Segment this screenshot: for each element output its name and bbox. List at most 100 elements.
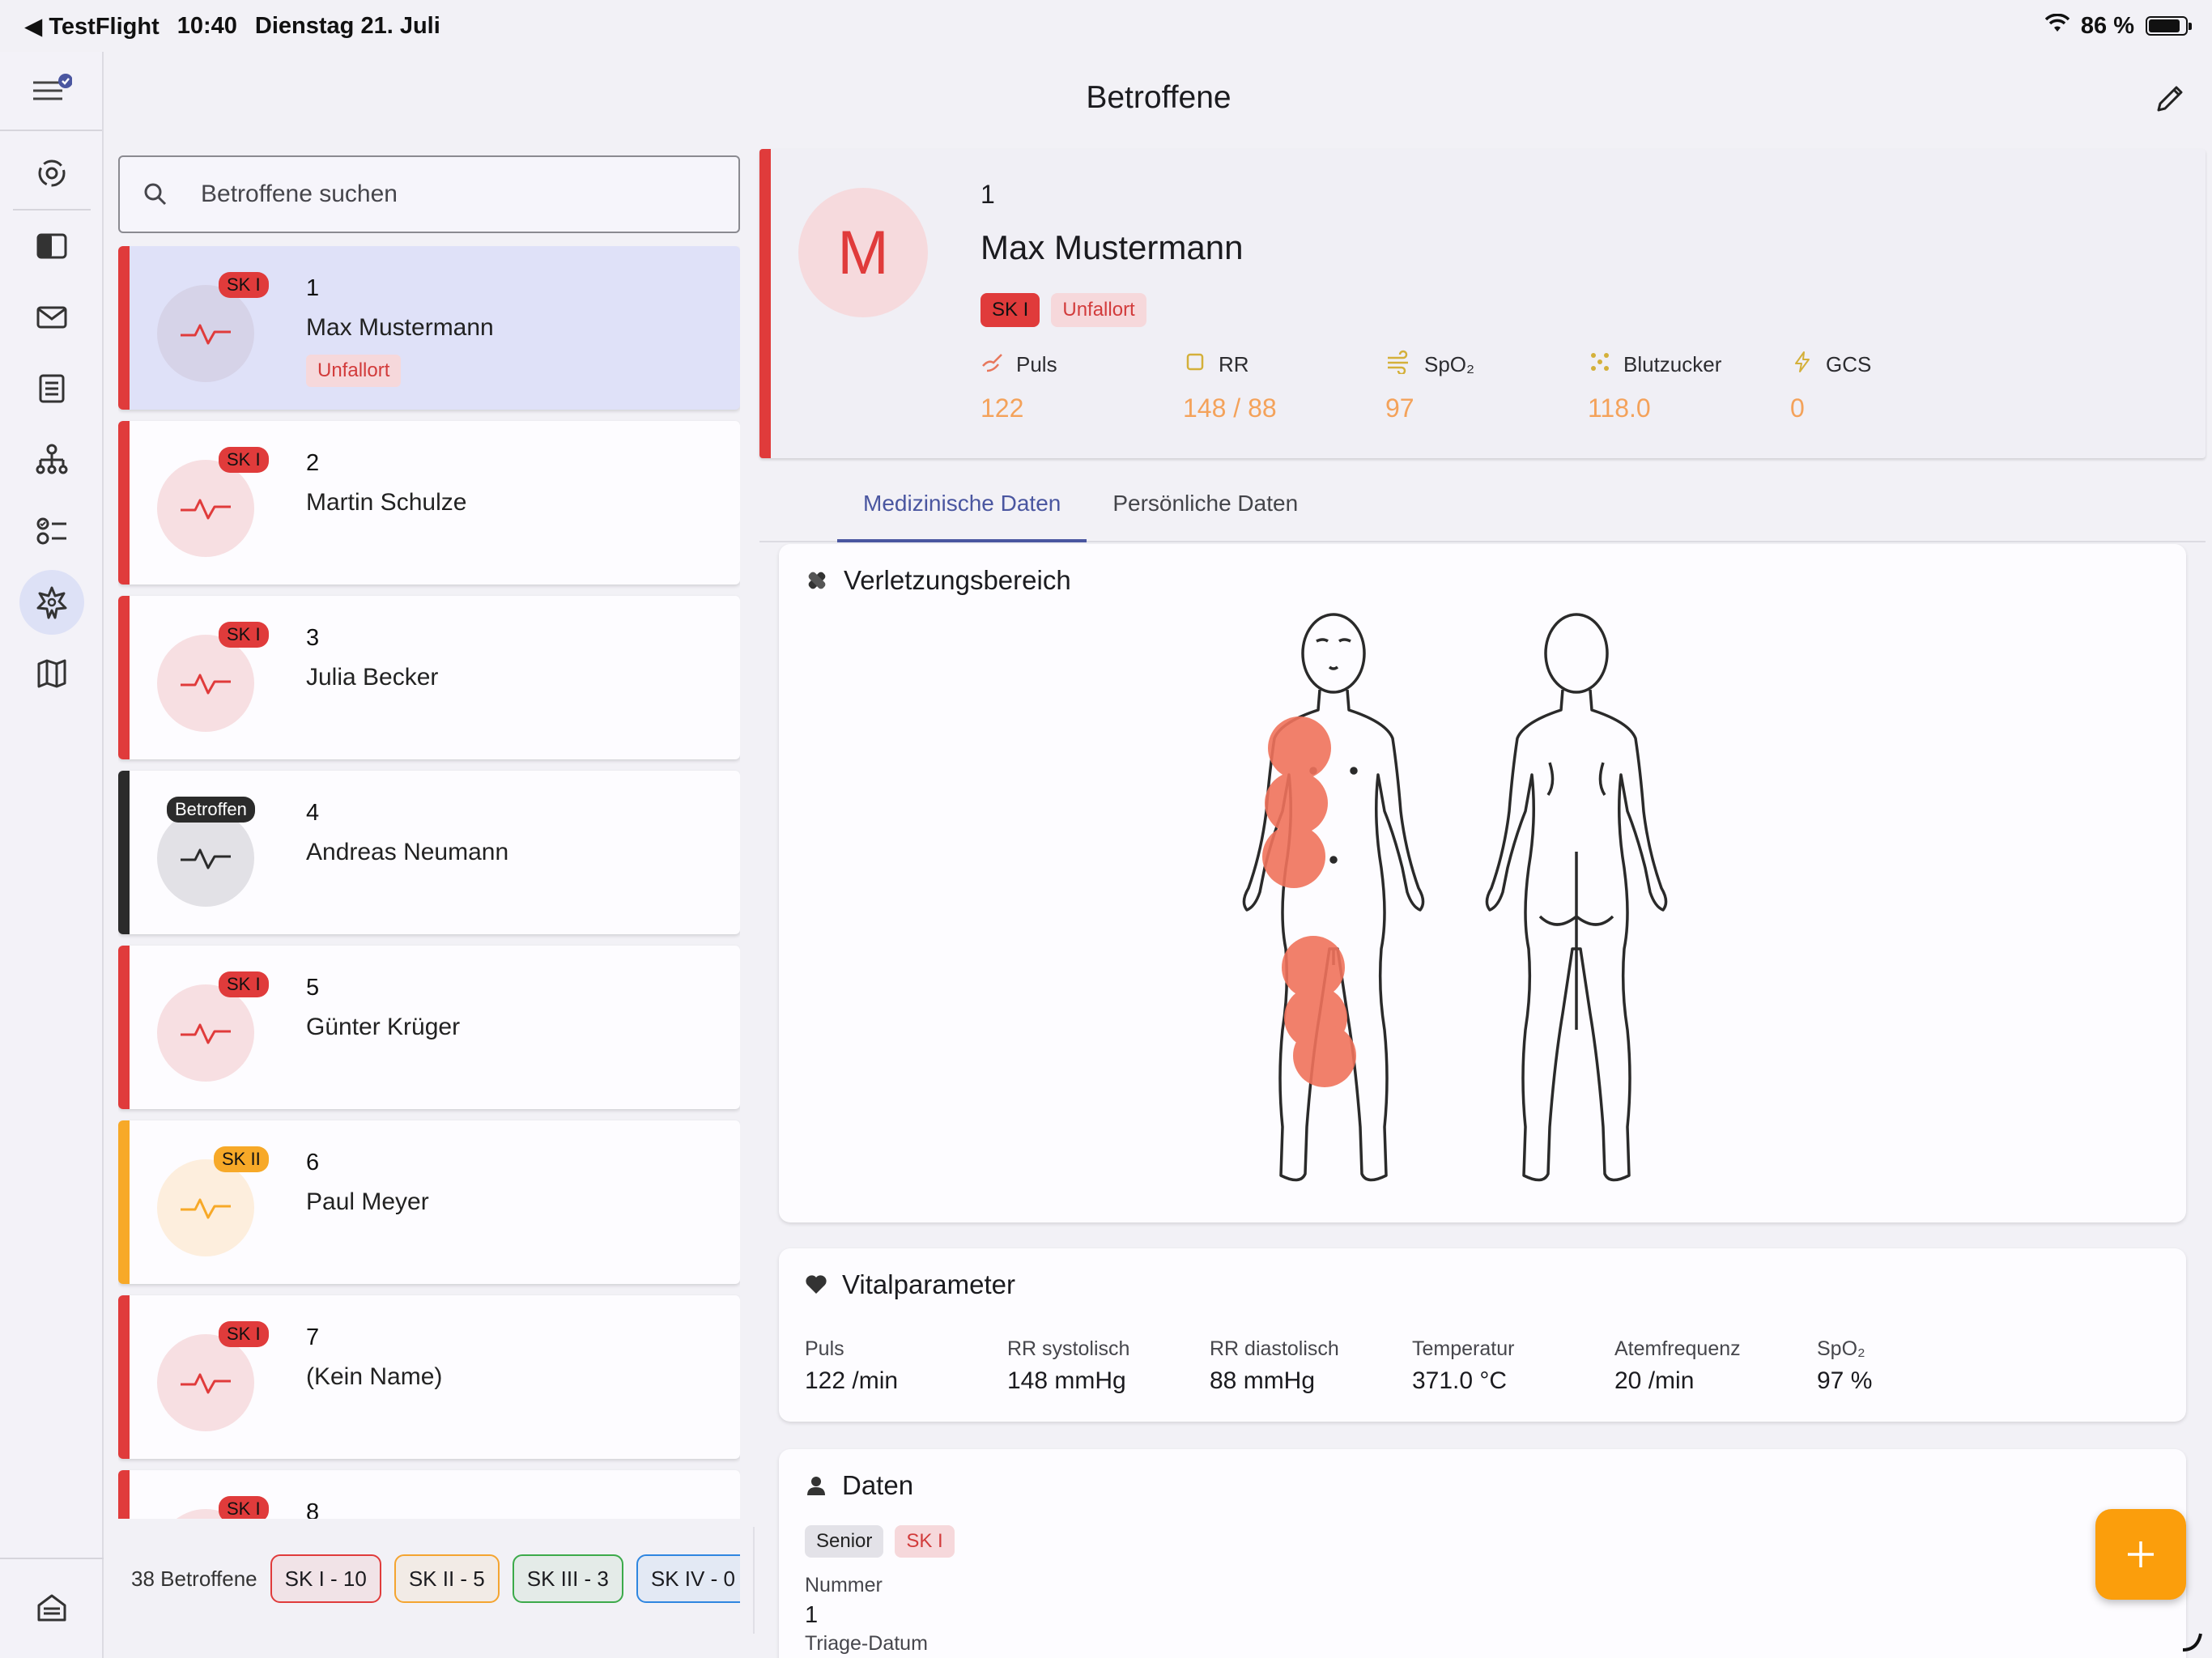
injury-marker[interactable]	[1293, 1024, 1356, 1087]
menu-button[interactable]	[0, 52, 102, 131]
checklist-icon	[36, 517, 66, 545]
location-chip: Unfallort	[1051, 293, 1146, 327]
triage-badge: Betroffen	[167, 797, 255, 823]
patient-card[interactable]: Betroffen 4 Andreas Neumann	[118, 771, 740, 934]
triage-stripe	[118, 771, 130, 934]
patient-name: Julia Becker	[306, 664, 439, 691]
vital-value: 97	[1385, 393, 1414, 423]
battery-percent: 86 %	[2080, 12, 2134, 39]
triage-badge: SK I	[219, 1496, 269, 1519]
pencil-icon	[2157, 86, 2183, 112]
vital-parameter-value: 148 mmHg	[1007, 1367, 1126, 1394]
patient-number: 4	[306, 800, 320, 826]
patient-number: 2	[306, 450, 320, 476]
vital-parameter-label: Atemfrequenz	[1614, 1337, 1741, 1360]
rail-item-sync[interactable]	[0, 138, 104, 209]
triage-stripe	[118, 1120, 130, 1284]
rail-item-messages[interactable]	[0, 282, 104, 353]
rail-item-hierarchy[interactable]	[0, 424, 104, 495]
vital-parameter-label: Puls	[805, 1337, 844, 1360]
pulse-icon	[181, 324, 231, 345]
patient-avatar	[157, 635, 254, 732]
patient-name: Paul Meyer	[306, 1188, 429, 1215]
patient-card[interactable]: SK I 1 Max Mustermann Unfallort	[118, 246, 740, 410]
patient-card[interactable]: SK I 2 Martin Schulze	[118, 421, 740, 585]
patient-card[interactable]: SK I 7 (Kein Name)	[118, 1295, 740, 1459]
patient-name: Günter Krüger	[306, 1014, 461, 1040]
triage-filter-pill[interactable]: SK II - 5	[393, 1554, 500, 1603]
edit-button[interactable]	[2147, 76, 2193, 121]
vital-parameter-label: RR systolisch	[1007, 1337, 1130, 1360]
triage-filter-pill[interactable]: SK I - 10	[270, 1554, 381, 1603]
rail-item-list[interactable]	[0, 353, 104, 424]
triage-stripe	[118, 1295, 130, 1459]
rail-item-checklist[interactable]	[0, 495, 104, 567]
triage-badge: SK I	[981, 293, 1040, 327]
patient-tags: SK I Unfallort	[981, 293, 1146, 327]
rail-item-split-view[interactable]	[0, 210, 104, 282]
patient-number: 5	[306, 975, 320, 1001]
patient-avatar	[157, 810, 254, 907]
vital-parameter-label: SpO₂	[1817, 1337, 1865, 1360]
triage-badge: SK I	[219, 1321, 269, 1347]
tab-personal-data[interactable]: Persönliche Daten	[1087, 466, 1324, 541]
triage-stripe	[118, 246, 130, 410]
data-panel: Daten Senior SK I Nummer 1 Triage-Datum	[779, 1449, 2186, 1658]
patient-detail-header: M 1 Max Mustermann SK I Unfallort Puls 12…	[759, 149, 2206, 458]
body-map[interactable]	[1232, 609, 1734, 1192]
mail-icon	[36, 306, 67, 329]
body-back-figure	[1485, 613, 1668, 1182]
triage-badge: SK I	[219, 622, 269, 648]
triage-chip: SK I	[895, 1525, 955, 1558]
corner-indicator-icon	[2182, 1633, 2202, 1652]
add-button[interactable]	[2095, 1509, 2186, 1600]
triage-filter-pill[interactable]: SK IV - 0	[636, 1554, 740, 1603]
search-field[interactable]: Betroffene suchen	[118, 155, 740, 233]
vital-parameter-value: 20 /min	[1614, 1367, 1695, 1394]
patient-card[interactable]: SK II 6 Paul Meyer	[118, 1120, 740, 1284]
patient-card[interactable]: SK I 3 Julia Becker	[118, 596, 740, 759]
patient-name: (Kein Name)	[306, 1363, 443, 1390]
patient-avatar	[157, 1159, 254, 1256]
vital-parameter: Puls 122 /min	[805, 1337, 1007, 1395]
triage-badge: SK I	[219, 272, 269, 298]
triage-badge: SK I	[219, 971, 269, 997]
detail-tabs: Medizinische Daten Persönliche Daten	[759, 466, 2206, 542]
heart-icon	[806, 1275, 827, 1294]
rail-item-settings[interactable]	[0, 1558, 104, 1658]
vital-parameter-value: 97 %	[1817, 1367, 1873, 1394]
vital-summary-puls: Puls 122	[981, 350, 1183, 423]
search-input[interactable]: Betroffene suchen	[201, 181, 398, 208]
tab-medical-data[interactable]: Medizinische Daten	[837, 466, 1087, 542]
vital-parameters-title: Vitalparameter	[842, 1269, 1016, 1299]
injury-markers[interactable]	[1262, 716, 1356, 1087]
rail-item-map[interactable]	[0, 638, 104, 709]
pulse-icon	[181, 848, 231, 869]
status-date: Dienstag 21. Juli	[254, 12, 440, 39]
archive-icon	[37, 1594, 66, 1622]
patient-number: 8	[306, 1499, 320, 1519]
patient-name: Martin Schulze	[306, 489, 467, 516]
back-to-testflight-link[interactable]: ◀ TestFlight	[24, 12, 160, 40]
vital-value: 148 / 88	[1183, 393, 1277, 423]
patient-name: Max Mustermann	[981, 228, 1244, 266]
navigation-rail	[0, 52, 104, 1658]
vital-parameter-label: RR diastolisch	[1210, 1337, 1339, 1360]
patient-card[interactable]: SK I 8	[118, 1470, 740, 1519]
vital-summary-rr: RR 148 / 88	[1183, 350, 1385, 423]
medical-star-icon	[36, 586, 67, 619]
status-bar: ◀ TestFlight 10:40 Dienstag 21. Juli 86 …	[0, 0, 2212, 52]
pulse-icon	[181, 499, 231, 520]
battery-icon	[2146, 16, 2192, 36]
sync-icon	[38, 159, 66, 187]
status-time: 10:40	[177, 12, 237, 39]
bolt-icon	[1790, 350, 1814, 380]
location-chip: Unfallort	[306, 355, 402, 387]
injury-marker[interactable]	[1268, 716, 1331, 780]
rail-item-patients[interactable]	[0, 567, 104, 638]
triage-badge: SK II	[214, 1146, 269, 1172]
injury-marker[interactable]	[1262, 825, 1325, 888]
patient-card[interactable]: SK I 5 Günter Krüger	[118, 946, 740, 1109]
vital-summary-blutzucker: Blutzucker 118.0	[1588, 350, 1790, 423]
triage-filter-pill[interactable]: SK III - 3	[512, 1554, 623, 1603]
